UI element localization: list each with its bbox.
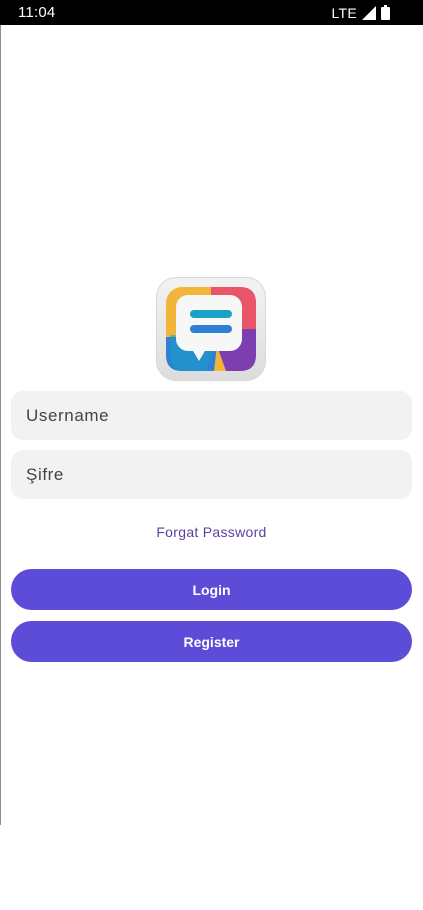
signal-icon xyxy=(362,5,376,20)
username-field[interactable] xyxy=(11,391,412,440)
battery-icon xyxy=(381,5,390,20)
register-button[interactable]: Register xyxy=(11,621,412,662)
status-time: 11:04 xyxy=(18,4,56,21)
password-input[interactable] xyxy=(24,463,412,486)
forgot-password-link[interactable]: Forgat Password xyxy=(0,524,423,540)
network-type: LTE xyxy=(331,4,357,21)
app-logo xyxy=(156,277,266,381)
screen-edge xyxy=(0,25,1,825)
chat-bubble-logo-icon xyxy=(166,287,256,371)
login-button[interactable]: Login xyxy=(11,569,412,610)
status-indicators: LTE xyxy=(331,5,390,21)
username-input[interactable] xyxy=(24,404,412,427)
password-field[interactable] xyxy=(11,450,412,499)
status-bar: 11:04 LTE xyxy=(0,0,423,25)
